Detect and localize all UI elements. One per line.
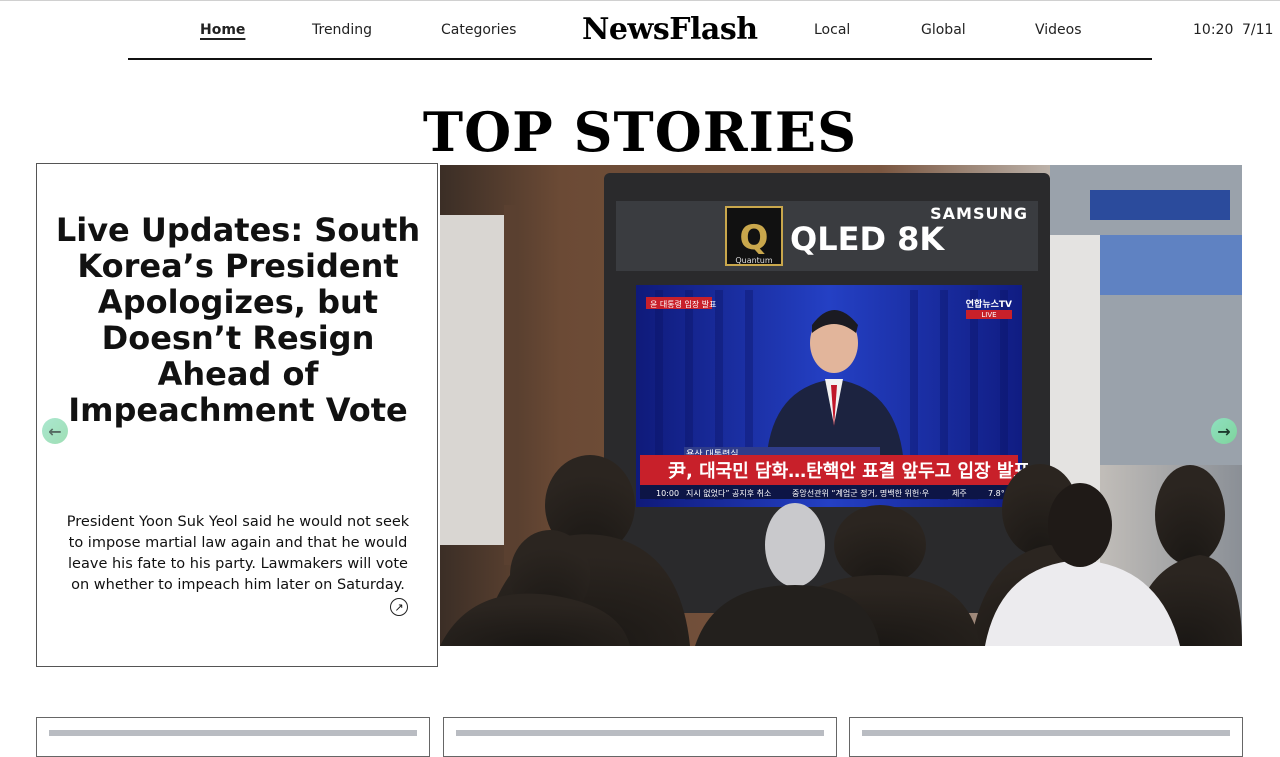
carousel-prev-button[interactable]: ← (42, 418, 68, 444)
svg-text:尹, 대국민 담화…탄핵안 표결 앞두고 입장 발표: 尹, 대국민 담화…탄핵안 표결 앞두고 입장 발표 (668, 460, 1030, 482)
featured-story-card[interactable]: Live Updates: South Korea’s President Ap… (36, 163, 438, 667)
carousel-next-button[interactable]: → (1211, 418, 1237, 444)
nav-categories[interactable]: Categories (441, 22, 516, 38)
story-summary: President Yoon Suk Yeol said he would no… (66, 514, 410, 593)
nav-trending[interactable]: Trending (312, 22, 372, 38)
arrow-left-icon: ← (48, 421, 62, 441)
hero-photo[interactable]: Q Quantum QLED 8K SAMSUNG 윤 대통령 입장 발표 연합… (440, 165, 1242, 646)
site-logo[interactable]: NewsFlash (582, 12, 758, 47)
nav-home[interactable]: Home (200, 22, 245, 38)
svg-text:연합뉴스TV: 연합뉴스TV (966, 298, 1012, 310)
arrow-right-icon: → (1217, 421, 1231, 441)
svg-text:Q: Q (740, 218, 769, 258)
nav-videos[interactable]: Videos (1035, 22, 1082, 38)
section-title: TOP STORIES (422, 100, 858, 165)
svg-text:LIVE: LIVE (981, 311, 996, 319)
preview-thumbnail (49, 730, 417, 736)
story-preview-card[interactable] (849, 717, 1243, 757)
nav-local[interactable]: Local (814, 22, 850, 38)
svg-text:지시 없었다” 공지후 취소: 지시 없었다” 공지후 취소 (686, 488, 771, 498)
svg-text:제주: 제주 (952, 489, 967, 498)
clock-time: 10:20 (1193, 22, 1234, 38)
hero-photo-illustration: Q Quantum QLED 8K SAMSUNG 윤 대통령 입장 발표 연합… (440, 165, 1242, 646)
nav-divider (128, 58, 1152, 60)
svg-text:Quantum: Quantum (735, 256, 773, 265)
main-navigation: Home Trending Categories NewsFlash Local… (0, 0, 1280, 60)
svg-text:SAMSUNG: SAMSUNG (930, 204, 1028, 223)
story-preview-card[interactable] (36, 717, 430, 757)
story-preview-card[interactable] (443, 717, 837, 757)
current-date: 7/11 (1242, 22, 1274, 38)
svg-text:중앙선관위 “계엄군 정거, 명백한 위헌·우: 중앙선관위 “계엄군 정거, 명백한 위헌·우 (792, 488, 929, 498)
preview-thumbnail (456, 730, 824, 736)
story-headline[interactable]: Live Updates: South Korea’s President Ap… (55, 212, 421, 428)
nav-global[interactable]: Global (921, 22, 966, 38)
preview-thumbnail (862, 730, 1230, 736)
arrow-up-right-icon[interactable]: ↗ (390, 598, 408, 616)
svg-text:QLED 8K: QLED 8K (790, 220, 945, 258)
svg-text:윤 대통령 입장 발표: 윤 대통령 입장 발표 (650, 299, 717, 309)
svg-text:10:00: 10:00 (656, 489, 679, 498)
